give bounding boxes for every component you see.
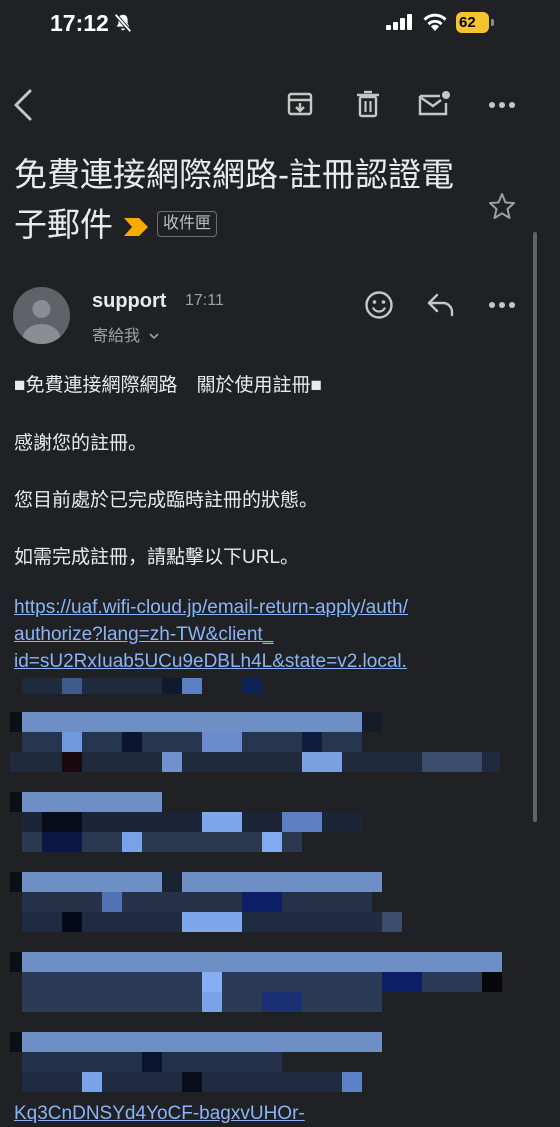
sender-name: support xyxy=(92,290,167,312)
battery-level: 62 xyxy=(459,14,476,31)
trash-icon xyxy=(357,90,379,118)
archive-icon xyxy=(287,92,313,116)
message-more-button[interactable] xyxy=(486,292,518,318)
more-icon xyxy=(489,302,515,308)
more-options-button[interactable] xyxy=(486,92,518,118)
subject-text: 免費連接網際網路-註冊認證電子郵件 xyxy=(14,156,454,243)
more-icon xyxy=(489,102,515,108)
link-line-3[interactable]: id=sU2RxIuab5UCu9eDBLh4L&state=v2.local. xyxy=(14,648,408,675)
scrollbar[interactable] xyxy=(533,232,537,822)
body-line-1: 感謝您的註冊。 xyxy=(14,433,148,454)
battery-charging-icon: 62 xyxy=(456,12,496,33)
inbox-label[interactable]: 收件匣 xyxy=(157,211,218,238)
body-line-3: 如需完成註冊，請點擊以下URL。 xyxy=(14,547,300,568)
star-icon xyxy=(489,193,515,219)
body-heading: ■免費連接網際網路 關於使用註冊■ xyxy=(14,375,322,396)
star-button[interactable] xyxy=(486,190,518,222)
recipient-details[interactable]: 寄給我 xyxy=(92,322,160,346)
body-line-2: 您目前處於已完成臨時註冊的狀態。 xyxy=(14,490,319,511)
bell-slash-icon xyxy=(114,13,132,33)
person-icon xyxy=(22,300,61,344)
status-time: 17:12 xyxy=(50,10,109,36)
sent-time: 17:11 xyxy=(185,292,224,309)
recipient-label: 寄給我 xyxy=(92,328,141,345)
chevron-down-icon xyxy=(149,333,160,340)
link-continuation[interactable]: Kq3CnDNSYd4YoCF-bagxvUHOr- xyxy=(14,1100,305,1127)
delete-button[interactable] xyxy=(352,88,384,120)
link-line-2[interactable]: authorize?lang=zh-TW&client_ xyxy=(14,621,408,648)
archive-button[interactable] xyxy=(284,88,316,120)
email-subject: 免費連接網際網路-註冊認證電子郵件 收件匣 xyxy=(14,150,464,250)
add-reaction-button[interactable] xyxy=(362,288,396,322)
mark-unread-button[interactable] xyxy=(416,88,452,120)
emoji-icon xyxy=(365,291,393,319)
back-button[interactable] xyxy=(6,86,40,124)
reply-button[interactable] xyxy=(424,288,458,322)
important-marker-icon[interactable] xyxy=(123,216,149,238)
reply-icon xyxy=(427,293,454,317)
back-icon xyxy=(14,89,32,121)
link-line-1[interactable]: https://uaf.wifi-cloud.jp/email-return-a… xyxy=(14,594,408,621)
redacted-content xyxy=(0,672,520,1102)
signal-icon xyxy=(386,14,412,30)
verification-link[interactable]: https://uaf.wifi-cloud.jp/email-return-a… xyxy=(14,594,408,675)
wifi-icon xyxy=(423,13,447,31)
avatar[interactable] xyxy=(13,287,70,344)
mark-unread-icon xyxy=(418,91,450,116)
